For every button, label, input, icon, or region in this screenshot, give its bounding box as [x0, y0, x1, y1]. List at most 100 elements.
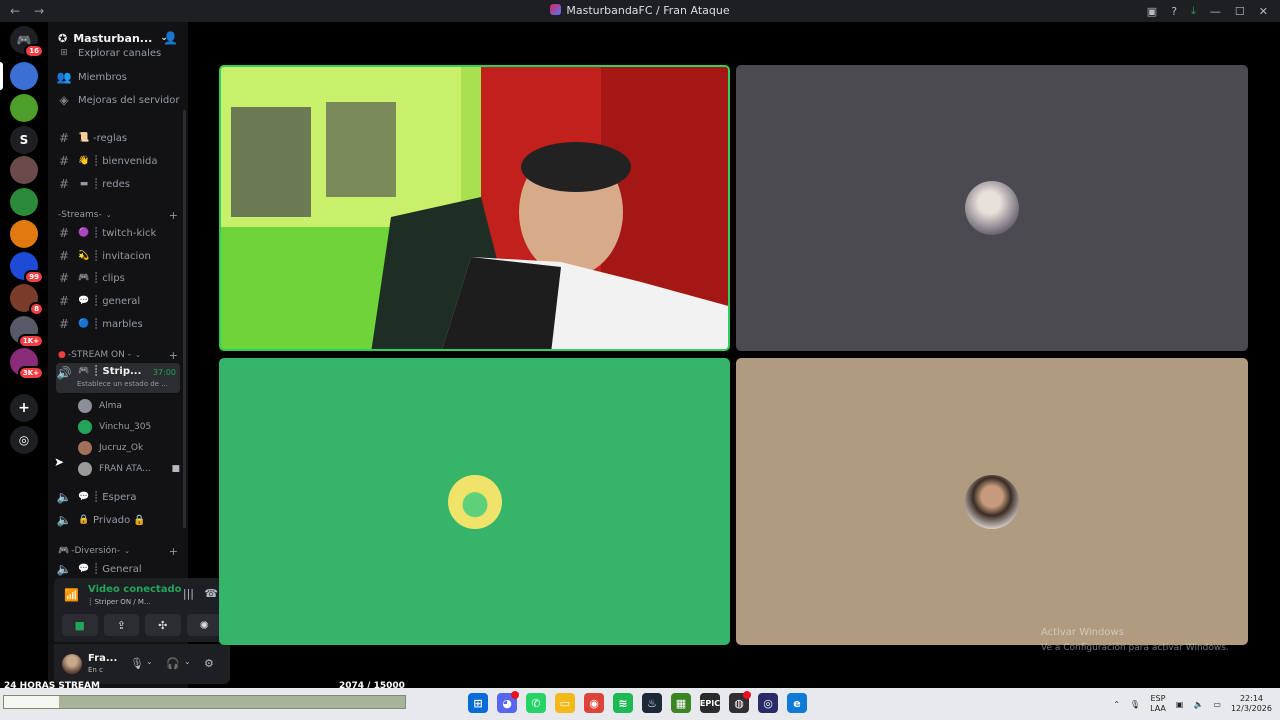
file-explorer-icon[interactable]: ▭ — [555, 693, 575, 713]
clock[interactable]: 22:14 12/3/2026 — [1231, 694, 1272, 714]
spotify-icon[interactable]: ≋ — [613, 693, 633, 713]
signal-icon[interactable]: 📶 — [64, 588, 79, 602]
steam-icon[interactable]: ♨ — [642, 693, 662, 713]
chevron-down-icon[interactable]: ⌄ — [146, 657, 153, 666]
server-icon[interactable] — [10, 188, 38, 216]
home-button[interactable]: 🎮 16 — [10, 26, 44, 58]
channel-emoji: 🎮 — [78, 273, 90, 283]
text-channel[interactable]: # 🎮 ┊ clips — [56, 268, 180, 288]
voice-channel-general[interactable]: 🔈 💬 ┊ General — [56, 559, 180, 579]
voice-member[interactable]: Jucruz_Ok — [78, 439, 178, 457]
voice-channel-striper[interactable]: 🔊 🎮 ┊ Strip... 37:00 Establece un estado… — [56, 363, 180, 393]
sidebar-scrollbar[interactable] — [183, 110, 186, 528]
discord-window: ← → MasturbandaFC / Fran Ataque ▣ ? ⤓ — … — [0, 0, 1280, 688]
explore-channels[interactable]: ⊞ Explorar canales — [56, 46, 180, 60]
members-link[interactable]: 👥 Miembros — [56, 67, 180, 87]
settings-gear-icon[interactable]: ⚙ — [204, 657, 214, 670]
voice-channel[interactable]: 🔈 🔒 Privado 🔒 — [56, 510, 180, 530]
voice-member[interactable]: Alma — [78, 397, 178, 415]
epic-games-icon[interactable]: EPIC — [700, 693, 720, 713]
noise-suppression-icon[interactable]: ||| — [183, 587, 194, 600]
disconnect-icon[interactable]: ☎ — [204, 587, 218, 600]
text-channel[interactable]: # 🟣 ┊ twitch-kick — [56, 223, 180, 243]
channel-emoji: ▬ — [79, 179, 89, 189]
channel-emoji: 🟣 — [78, 228, 90, 238]
camera-button[interactable]: ■ — [62, 614, 98, 636]
chevron-down-icon[interactable]: ⌄ — [184, 657, 191, 666]
soundboard-icon: ✺ — [199, 618, 209, 632]
text-channel[interactable]: # 📜 -reglas — [56, 128, 180, 148]
username[interactable]: Fra... — [88, 653, 117, 664]
add-server-button[interactable]: + — [10, 394, 38, 422]
edge-icon[interactable]: e — [787, 693, 807, 713]
category-diversion[interactable]: 🎮 -Diversión- ⌄ + — [58, 544, 178, 558]
avatar — [965, 181, 1019, 235]
title-bar: ← → MasturbandaFC / Fran Ataque ▣ ? ⤓ — … — [0, 0, 1280, 22]
screen-share-button[interactable]: ⇪ — [103, 614, 139, 636]
activities-button[interactable]: ✣ — [145, 614, 181, 636]
participant-tile-2[interactable] — [736, 65, 1248, 351]
speaker-icon: 🔊 — [56, 366, 72, 380]
help-icon[interactable]: ? — [1171, 5, 1177, 18]
minimize-icon[interactable]: — — [1210, 5, 1221, 18]
text-channel[interactable]: # 💬 ┊ general — [56, 291, 180, 311]
server-icon[interactable]: 99 — [10, 252, 44, 284]
channel-label: ┊ twitch-kick — [93, 227, 157, 239]
server-icon[interactable]: 8 — [10, 284, 44, 316]
add-channel-icon[interactable]: + — [169, 209, 178, 222]
add-channel-icon[interactable]: + — [169, 545, 178, 558]
chevron-down-icon: ⌄ — [124, 547, 130, 555]
chrome-icon[interactable]: ◉ — [584, 693, 604, 713]
inbox-icon[interactable]: ▣ — [1147, 5, 1157, 18]
member-name: Vinchu_305 — [99, 422, 152, 432]
category-stream-on[interactable]: ● -STREAM ON - ⌄ + — [58, 348, 178, 362]
server-boost-icon: ✪ — [58, 31, 68, 45]
category-streams[interactable]: -Streams- ⌄ + — [58, 208, 178, 222]
discord-taskbar-icon[interactable]: ◕ — [497, 691, 519, 713]
volume-icon[interactable]: 🔈 — [1193, 700, 1203, 709]
server-icon[interactable]: 3K+ — [10, 348, 44, 380]
server-icon[interactable] — [10, 62, 38, 90]
server-icon[interactable] — [10, 94, 38, 122]
voice-channel[interactable]: 🔈 💬 ┊ Espera — [56, 487, 180, 507]
microphone-icon[interactable]: 🎙 — [1130, 700, 1140, 709]
text-channel[interactable]: # ▬ ┊ redes — [56, 174, 180, 194]
explore-compass-icon[interactable]: ◎ — [10, 426, 38, 454]
text-channel[interactable]: # 💫 ┊ invitacion — [56, 246, 180, 266]
invite-icon[interactable]: 👤 — [163, 31, 178, 45]
participant-tile-3[interactable] — [219, 358, 730, 645]
hash-icon: # — [58, 154, 70, 168]
start-windows-icon[interactable]: ⊞ — [468, 693, 488, 713]
download-icon[interactable]: ⤓ — [1191, 4, 1196, 18]
battery-icon[interactable]: ▭ — [1213, 700, 1221, 709]
text-channel[interactable]: # 👋 ┊ bienvenida — [56, 151, 180, 171]
headphones-icon[interactable]: 🎧 — [166, 657, 180, 670]
server-icon[interactable] — [10, 220, 38, 248]
network-icon[interactable]: ▣ — [1176, 700, 1184, 709]
obs-icon[interactable]: ◍ — [729, 691, 751, 713]
add-channel-icon[interactable]: + — [169, 349, 178, 362]
server-icon[interactable]: 1K+ — [10, 316, 44, 348]
voice-status[interactable]: Establece un estado de ... — [77, 380, 168, 388]
soundboard-button[interactable]: ✺ — [186, 614, 222, 636]
microphone-icon[interactable]: 🎙 — [130, 657, 144, 670]
app-icon[interactable]: ◎ — [758, 693, 778, 713]
voice-channel-name[interactable]: ┊ Striper ON / M... — [88, 598, 151, 606]
server-icon[interactable]: S — [10, 126, 38, 154]
language-indicator[interactable]: ESP LAA — [1150, 694, 1166, 714]
camera-tile[interactable] — [219, 65, 730, 351]
whatsapp-icon[interactable]: ✆ — [526, 693, 546, 713]
server-icon[interactable] — [10, 156, 38, 184]
close-icon[interactable]: ✕ — [1259, 5, 1268, 18]
hash-icon: # — [58, 177, 70, 191]
voice-connection-panel: 📶 Video conectado ┊ Striper ON / M... ||… — [54, 578, 230, 642]
server-boosts-link[interactable]: ◈ Mejoras del servidor — [56, 90, 180, 110]
text-channel[interactable]: # 🔵 ┊ marbles — [56, 314, 180, 334]
minecraft-icon[interactable]: ▦ — [671, 693, 691, 713]
maximize-icon[interactable]: ☐ — [1235, 5, 1245, 18]
avatar[interactable] — [62, 654, 82, 674]
voice-member[interactable]: FRAN ATA... ■ — [78, 460, 180, 478]
chevron-up-icon[interactable]: ⌃ — [1113, 700, 1120, 709]
voice-member[interactable]: Vinchu_305 — [78, 418, 178, 436]
participant-tile-4[interactable] — [736, 358, 1248, 645]
